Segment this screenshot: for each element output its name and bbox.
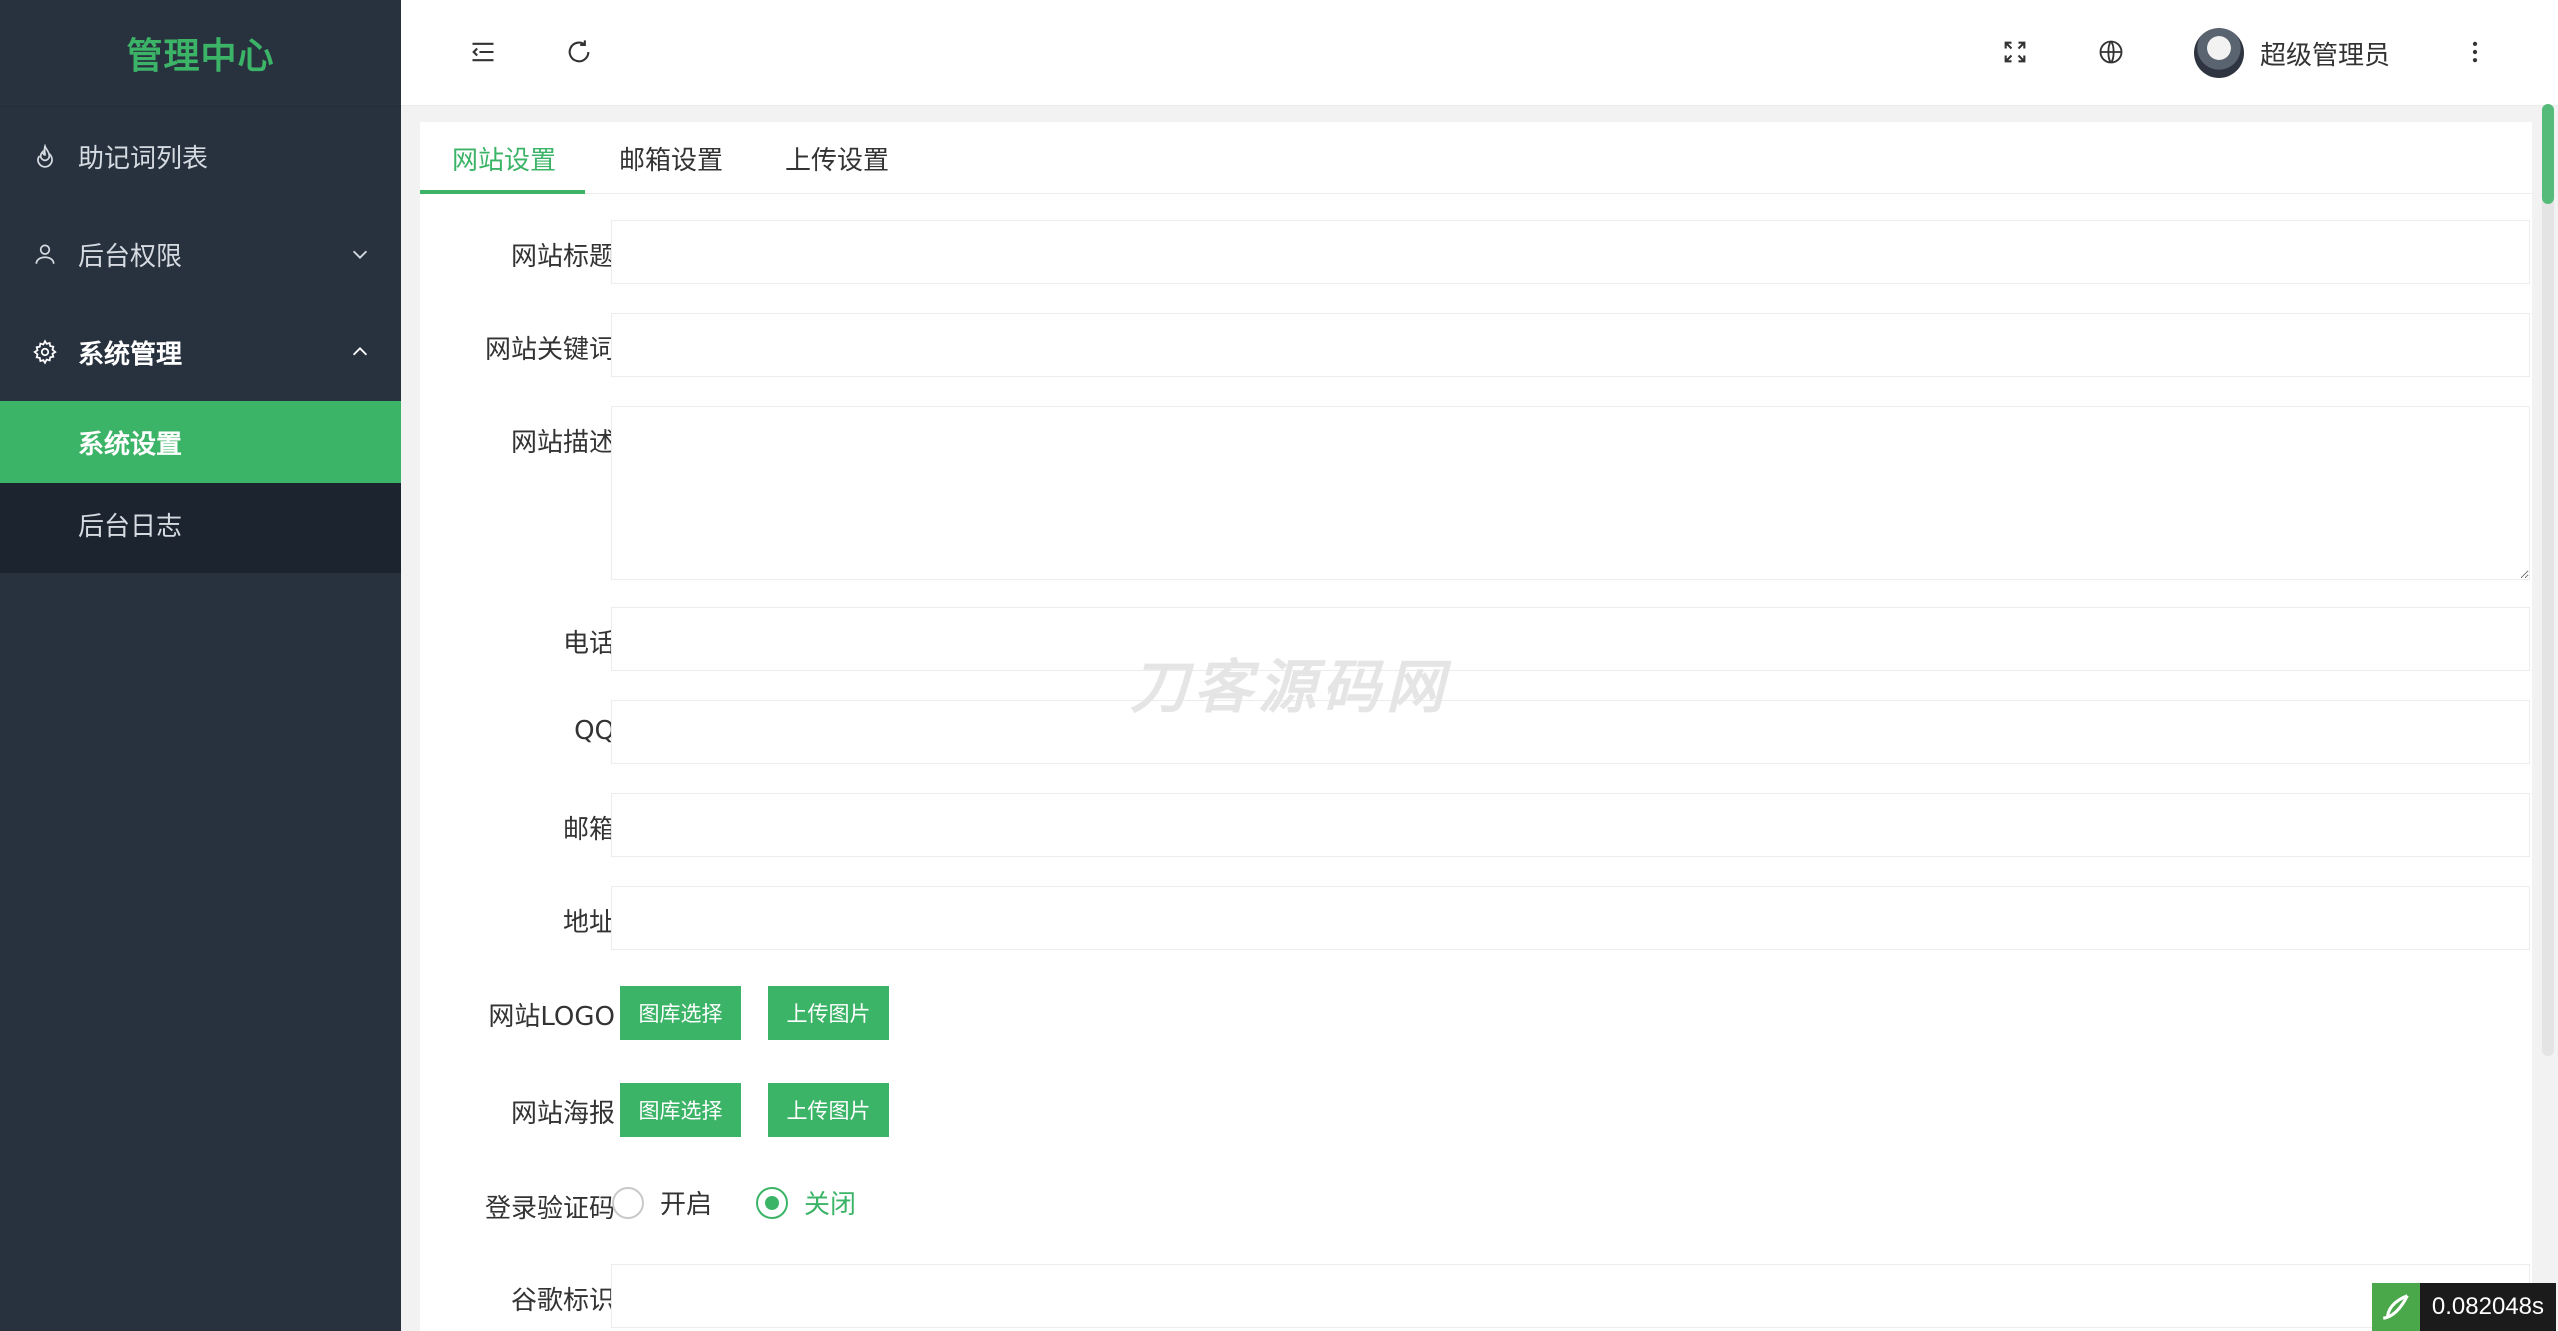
site-keywords-input[interactable] xyxy=(611,313,2530,377)
user-menu[interactable]: 超级管理员 xyxy=(2194,26,2390,80)
captcha-on-radio[interactable]: 开启 xyxy=(612,1184,712,1221)
radio-label: 关闭 xyxy=(804,1190,857,1220)
poster-gallery-button[interactable]: 图库选择 xyxy=(620,1083,741,1137)
sidebar-item-label: 系统管理 xyxy=(78,339,183,370)
email-input[interactable] xyxy=(611,793,2530,857)
fullscreen-icon[interactable] xyxy=(1997,34,2033,70)
site-title-input[interactable] xyxy=(611,220,2530,284)
qq-label: QQ xyxy=(574,716,615,746)
settings-panel: 网站设置 邮箱设置 上传设置 网站标题 网站关键词 网站描述 电话 QQ 邮箱 … xyxy=(420,122,2532,1331)
logo-gallery-button[interactable]: 图库选择 xyxy=(620,986,741,1040)
sidebar-item-system-management[interactable]: 系统管理 xyxy=(0,303,401,401)
site-description-label: 网站描述 xyxy=(510,428,615,458)
radio-label: 开启 xyxy=(660,1190,713,1220)
sidebar-item-label: 后台权限 xyxy=(78,241,183,272)
sidebar-item-system-settings[interactable]: 系统设置 xyxy=(0,401,401,483)
logo-upload-button[interactable]: 上传图片 xyxy=(768,986,889,1040)
qq-input[interactable] xyxy=(611,700,2530,764)
user-icon xyxy=(32,241,58,267)
site-description-textarea[interactable] xyxy=(611,406,2530,580)
captcha-off-radio[interactable]: 关闭 xyxy=(756,1184,856,1221)
site-title-label: 网站标题 xyxy=(510,242,615,272)
phone-label: 电话 xyxy=(562,629,615,659)
chevron-up-icon xyxy=(349,341,371,363)
brand-title: 管理中心 xyxy=(0,0,401,107)
refresh-icon[interactable] xyxy=(561,34,597,70)
user-name: 超级管理员 xyxy=(2260,40,2391,71)
site-logo-label: 网站LOGO xyxy=(488,1002,615,1032)
phone-input[interactable] xyxy=(611,607,2530,671)
tab-bar: 网站设置 邮箱设置 上传设置 xyxy=(420,122,2532,194)
tab-site-settings[interactable]: 网站设置 xyxy=(452,140,556,177)
sidebar: 管理中心 助记词列表 后台权限 系统管理 系统设置 后台日志 xyxy=(0,0,401,1331)
radio-circle xyxy=(612,1186,644,1219)
fire-icon xyxy=(32,143,58,169)
sidebar-item-mnemonic-list[interactable]: 助记词列表 xyxy=(0,107,401,205)
chevron-down-icon xyxy=(349,243,371,265)
active-tab-indicator xyxy=(420,190,585,194)
top-header: 超级管理员 xyxy=(401,0,2558,106)
site-poster-label: 网站海报 xyxy=(510,1099,615,1129)
sidebar-item-admin-logs[interactable]: 后台日志 xyxy=(0,483,401,565)
email-label: 邮箱 xyxy=(562,815,615,845)
avatar xyxy=(2194,28,2244,78)
address-input[interactable] xyxy=(611,886,2530,950)
radio-circle xyxy=(756,1186,788,1219)
sidebar-item-admin-permissions[interactable]: 后台权限 xyxy=(0,205,401,303)
submenu-system: 系统设置 后台日志 xyxy=(0,401,401,573)
timer-value: 0.082048s xyxy=(2419,1283,2556,1331)
address-label: 地址 xyxy=(562,908,615,938)
debug-timer: 0.082048s xyxy=(2371,1283,2556,1331)
tab-upload-settings[interactable]: 上传设置 xyxy=(785,140,889,177)
more-vertical-icon[interactable] xyxy=(2457,34,2493,70)
menu-fold-icon[interactable] xyxy=(465,34,501,70)
gear-icon xyxy=(32,339,58,365)
page-scrollbar[interactable] xyxy=(2542,104,2554,1056)
globe-icon[interactable] xyxy=(2093,34,2129,70)
tab-email-settings[interactable]: 邮箱设置 xyxy=(619,140,723,177)
google-id-input[interactable] xyxy=(611,1264,2530,1328)
leaf-logo-icon xyxy=(2371,1283,2420,1331)
sidebar-item-label: 助记词列表 xyxy=(78,143,209,174)
scrollbar-thumb[interactable] xyxy=(2542,104,2554,204)
google-id-label: 谷歌标识 xyxy=(510,1286,615,1316)
site-keywords-label: 网站关键词 xyxy=(484,335,615,365)
login-captcha-label: 登录验证码 xyxy=(484,1194,615,1224)
poster-upload-button[interactable]: 上传图片 xyxy=(768,1083,889,1137)
